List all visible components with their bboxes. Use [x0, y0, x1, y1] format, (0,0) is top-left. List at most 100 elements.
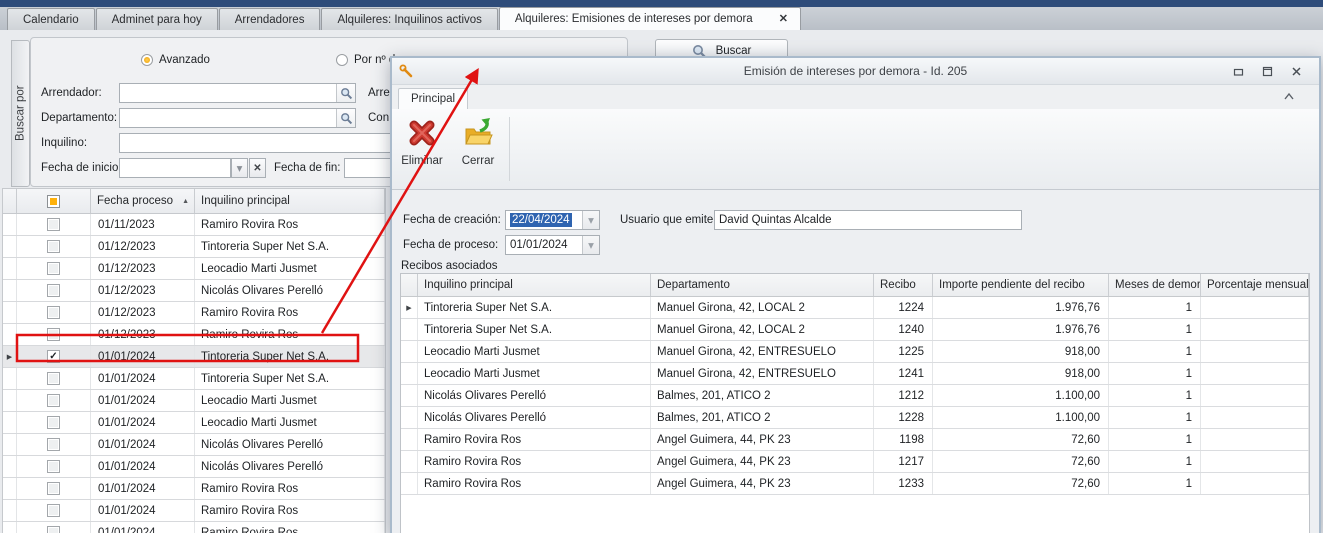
table-row[interactable]: 01/12/2023 Nicolás Olivares Perelló: [3, 280, 385, 302]
table-row[interactable]: 01/12/2023 Ramiro Rovira Ros: [3, 302, 385, 324]
document-tab[interactable]: Alquileres: Inquilinos activos: [321, 8, 497, 30]
row-indicator: [401, 429, 418, 450]
row-checkbox[interactable]: [47, 394, 60, 407]
eliminar-button[interactable]: Eliminar: [394, 109, 450, 189]
col-inquilino-header[interactable]: Inquilino principal: [418, 274, 651, 296]
table-row[interactable]: 01/01/2024 Ramiro Rovira Ros: [3, 500, 385, 522]
table-row[interactable]: 01/01/2024 Ramiro Rovira Ros: [3, 522, 385, 533]
row-checkbox[interactable]: [47, 284, 60, 297]
buscar-por-side-tab[interactable]: Buscar por: [11, 40, 30, 187]
arrendador-input[interactable]: [119, 83, 356, 103]
col-importe-header[interactable]: Importe pendiente del recibo: [933, 274, 1109, 296]
arrendatario-label-partial: Arre: [368, 87, 390, 99]
document-tab[interactable]: Alquileres: Emisiones de intereses por d…: [499, 7, 801, 30]
table-row[interactable]: 01/11/2023 Ramiro Rovira Ros: [3, 214, 385, 236]
fecha-creacion-combo[interactable]: 22/04/2024 ▾: [505, 210, 600, 230]
inquilino-principal-column-header[interactable]: Inquilino principal: [195, 189, 385, 213]
cell-inquilino: Nicolás Olivares Perelló: [195, 280, 385, 301]
row-checkbox[interactable]: [47, 460, 60, 473]
table-row[interactable]: Ramiro Rovira Ros Angel Guimera, 44, PK …: [401, 429, 1309, 451]
col-departamento-header[interactable]: Departamento: [651, 274, 874, 296]
cell-inquilino: Nicolás Olivares Perelló: [195, 456, 385, 477]
cell-inquilino: Tintoreria Super Net S.A.: [418, 319, 651, 340]
table-row[interactable]: 01/01/2024 Tintoreria Super Net S.A.: [3, 368, 385, 390]
table-row[interactable]: Nicolás Olivares Perelló Balmes, 201, AT…: [401, 385, 1309, 407]
table-row[interactable]: ▶ ✓ 01/01/2024 Tintoreria Super Net S.A.: [3, 346, 385, 368]
table-row[interactable]: 01/01/2024 Nicolás Olivares Perelló: [3, 456, 385, 478]
document-tab[interactable]: Calendario: [7, 8, 95, 30]
tab-label: Alquileres: Inquilinos activos: [337, 14, 481, 26]
document-tab-bar: Calendario Adminet para hoy Arrendadores…: [0, 7, 1323, 30]
fecha-creacion-dropdown-button[interactable]: ▾: [582, 211, 599, 229]
minimize-button[interactable]: [1232, 65, 1245, 78]
maximize-button[interactable]: [1261, 65, 1274, 78]
table-row[interactable]: 01/12/2023 Ramiro Rovira Ros: [3, 324, 385, 346]
table-row[interactable]: Nicolás Olivares Perelló Balmes, 201, AT…: [401, 407, 1309, 429]
row-checkbox[interactable]: [47, 482, 60, 495]
document-tab[interactable]: Arrendadores: [219, 8, 321, 30]
row-checkbox[interactable]: ✓: [47, 350, 60, 363]
cell-inquilino: Nicolás Olivares Perelló: [418, 407, 651, 428]
cell-porcentaje: [1201, 363, 1309, 384]
cell-porcentaje: [1201, 341, 1309, 362]
row-checkbox[interactable]: [47, 526, 60, 533]
table-row[interactable]: Ramiro Rovira Ros Angel Guimera, 44, PK …: [401, 473, 1309, 495]
row-indicator: [3, 434, 17, 455]
table-row[interactable]: 01/01/2024 Leocadio Marti Jusmet: [3, 412, 385, 434]
fecha-proceso-dropdown-button[interactable]: ▾: [582, 236, 599, 254]
table-row[interactable]: Tintoreria Super Net S.A. Manuel Girona,…: [401, 319, 1309, 341]
table-row[interactable]: Leocadio Marti Jusmet Manuel Girona, 42,…: [401, 341, 1309, 363]
table-row[interactable]: 01/01/2024 Leocadio Marti Jusmet: [3, 390, 385, 412]
cell-inquilino: Ramiro Rovira Ros: [418, 473, 651, 494]
table-row[interactable]: 01/12/2023 Tintoreria Super Net S.A.: [3, 236, 385, 258]
table-row[interactable]: Ramiro Rovira Ros Angel Guimera, 44, PK …: [401, 451, 1309, 473]
close-button[interactable]: [1290, 65, 1303, 78]
clear-x-icon: ✕: [253, 163, 261, 174]
row-checkbox[interactable]: [47, 328, 60, 341]
departamento-lookup-button[interactable]: [336, 109, 355, 127]
row-indicator: [401, 451, 418, 472]
cell-meses: 1: [1109, 385, 1201, 406]
cell-fecha-proceso: 01/01/2024: [91, 522, 195, 533]
document-tab[interactable]: Adminet para hoy: [96, 8, 218, 30]
table-row[interactable]: 01/12/2023 Leocadio Marti Jusmet: [3, 258, 385, 280]
app-window: Calendario Adminet para hoy Arrendadores…: [0, 0, 1323, 533]
row-checkbox[interactable]: [47, 240, 60, 253]
row-checkbox[interactable]: [47, 416, 60, 429]
arrendador-lookup-button[interactable]: [336, 84, 355, 102]
select-all-column-header[interactable]: [17, 189, 91, 213]
cerrar-button[interactable]: Cerrar: [450, 109, 506, 189]
usuario-input[interactable]: David Quintas Alcalde: [714, 210, 1022, 230]
table-row[interactable]: Leocadio Marti Jusmet Manuel Girona, 42,…: [401, 363, 1309, 385]
cell-fecha-proceso: 01/12/2023: [91, 280, 195, 301]
fecha-proceso-column-header[interactable]: Fecha proceso ▲: [91, 189, 195, 213]
wrench-icon: [399, 64, 413, 78]
row-checkbox[interactable]: [47, 438, 60, 451]
select-all-checkbox[interactable]: [47, 195, 60, 208]
row-checkbox[interactable]: [47, 262, 60, 275]
ribbon-collapse-button[interactable]: [1283, 92, 1295, 104]
table-row[interactable]: ▶ Tintoreria Super Net S.A. Manuel Giron…: [401, 297, 1309, 319]
radio-por-numero[interactable]: Por nº d: [336, 54, 395, 66]
cell-fecha-proceso: 01/01/2024: [91, 390, 195, 411]
table-row[interactable]: 01/01/2024 Nicolás Olivares Perelló: [3, 434, 385, 456]
dialog-title-bar[interactable]: Emisión de intereses por demora - Id. 20…: [392, 58, 1319, 85]
fecha-inicio-input[interactable]: [119, 158, 231, 178]
col-porcentaje-header[interactable]: Porcentaje mensual apl: [1201, 274, 1309, 296]
row-checkbox[interactable]: [47, 372, 60, 385]
fecha-proceso-combo[interactable]: 01/01/2024 ▾: [505, 235, 600, 255]
row-checkbox[interactable]: [47, 306, 60, 319]
fecha-inicio-clear-button[interactable]: ✕: [249, 158, 266, 178]
col-recibo-header[interactable]: Recibo: [874, 274, 933, 296]
cell-meses: 1: [1109, 297, 1201, 318]
departamento-input[interactable]: [119, 108, 356, 128]
radio-avanzado[interactable]: Avanzado: [141, 54, 210, 66]
cell-importe: 918,00: [933, 363, 1109, 384]
row-checkbox[interactable]: [47, 218, 60, 231]
tab-principal[interactable]: Principal: [398, 88, 468, 110]
col-meses-header[interactable]: Meses de demora: [1109, 274, 1201, 296]
row-checkbox[interactable]: [47, 504, 60, 517]
tab-close-icon[interactable]: ✕: [779, 14, 788, 25]
fecha-inicio-dropdown-button[interactable]: ▾: [231, 158, 248, 178]
table-row[interactable]: 01/01/2024 Ramiro Rovira Ros: [3, 478, 385, 500]
